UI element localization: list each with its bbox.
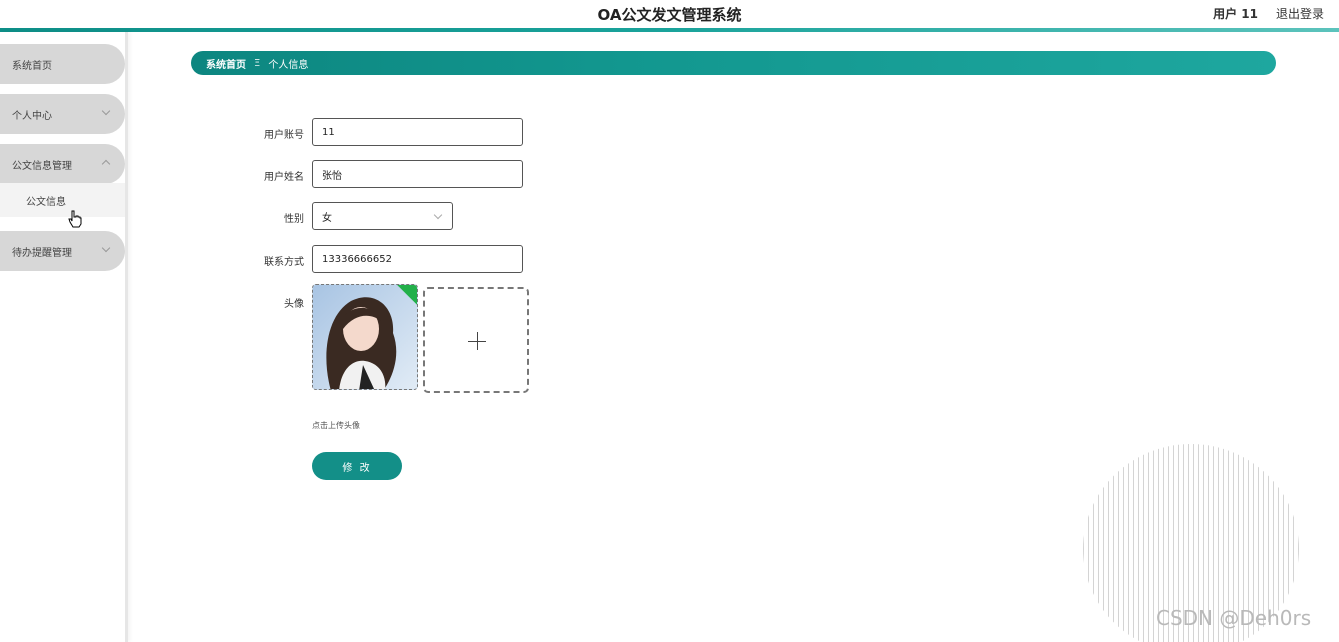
top-header: OA公文发文管理系统 用户 11 退出登录 <box>0 0 1339 28</box>
account-field[interactable]: 11 <box>312 118 523 146</box>
sidebar-item-todo-reminder[interactable]: 待办提醒管理 <box>0 231 125 271</box>
current-user-label: 用户 11 <box>1213 7 1258 21</box>
name-value: 张怡 <box>322 170 342 182</box>
chevron-down-icon <box>433 210 443 220</box>
breadcrumb-current: 个人信息 <box>268 59 309 71</box>
chevron-down-icon <box>101 243 111 253</box>
breadcrumb-home-link[interactable]: 系统首页 <box>206 56 246 71</box>
gender-select[interactable]: 女 <box>312 202 453 230</box>
submit-button[interactable]: 修 改 <box>312 452 402 480</box>
sidebar-item-home[interactable]: 系统首页 <box>0 44 125 84</box>
breadcrumb: 系统首页 Ξ 个人信息 <box>191 51 1276 75</box>
account-label: 用户账号 <box>264 130 304 141</box>
sidebar-item-label: 公文信息管理 <box>12 160 72 172</box>
phone-value: 13336666652 <box>322 253 392 265</box>
avatar-image <box>313 285 417 389</box>
sidebar-subitem-label: 公文信息 <box>26 196 66 208</box>
gender-label: 性别 <box>284 214 304 225</box>
sidebar-subitem-document-info[interactable]: 公文信息 <box>0 183 125 217</box>
plus-icon-vertical <box>477 332 478 350</box>
avatar-label: 头像 <box>284 299 304 310</box>
name-field[interactable]: 张怡 <box>312 160 523 188</box>
avatar-upload-button[interactable] <box>423 287 529 393</box>
sidebar-item-label: 待办提醒管理 <box>12 247 72 259</box>
sidebar-item-document-management[interactable]: 公文信息管理 <box>0 144 125 184</box>
breadcrumb-separator-icon: Ξ <box>254 57 261 69</box>
avatar-preview[interactable] <box>312 284 418 390</box>
gender-value: 女 <box>322 212 332 224</box>
phone-label: 联系方式 <box>264 257 304 268</box>
sidebar-item-label: 系统首页 <box>12 60 52 72</box>
phone-field[interactable]: 13336666652 <box>312 245 523 273</box>
sidebar-item-personal-center[interactable]: 个人中心 <box>0 94 125 134</box>
header-accent-line <box>0 28 1339 32</box>
chevron-down-icon <box>101 106 111 116</box>
sidebar-item-label: 个人中心 <box>12 110 52 122</box>
name-label: 用户姓名 <box>264 172 304 183</box>
app-title: OA公文发文管理系统 <box>597 6 742 24</box>
account-value: 11 <box>322 126 335 138</box>
upload-hint: 点击上传头像 <box>312 421 360 430</box>
watermark: CSDN @Deh0rs <box>1156 606 1312 630</box>
chevron-up-icon <box>101 159 111 169</box>
hand-cursor-icon <box>68 210 82 228</box>
logout-link[interactable]: 退出登录 <box>1276 5 1324 22</box>
